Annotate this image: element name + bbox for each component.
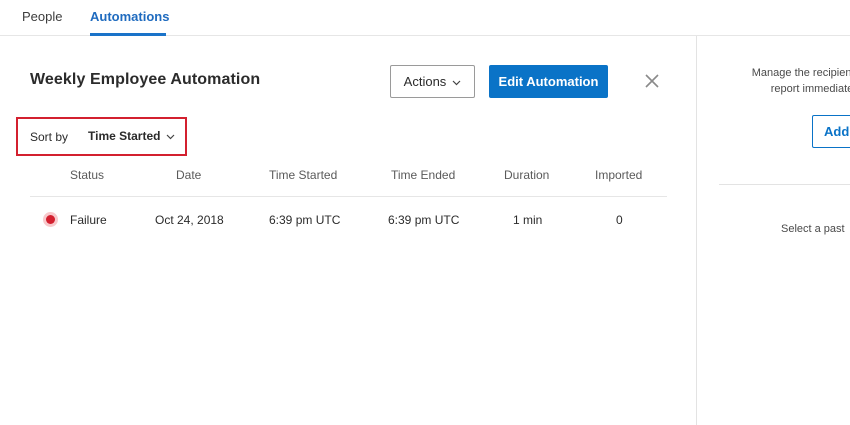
column-header-duration: Duration xyxy=(504,168,550,182)
side-panel-text-line2: report immediate xyxy=(770,83,850,95)
failure-status-icon xyxy=(46,215,55,224)
row-time-ended: 6:39 pm UTC xyxy=(388,213,460,227)
row-date: Oct 24, 2018 xyxy=(155,213,224,227)
top-navigation: People Automations xyxy=(0,0,850,36)
row-status: Failure xyxy=(70,213,107,227)
actions-label: Actions xyxy=(403,74,447,89)
close-icon[interactable] xyxy=(641,70,663,92)
table-header-divider xyxy=(30,196,667,197)
side-panel-divider xyxy=(719,184,850,185)
column-header-imported: Imported xyxy=(595,168,643,182)
actions-dropdown-button[interactable]: Actions xyxy=(390,65,475,98)
sort-value-label: Time Started xyxy=(88,129,161,143)
column-header-date: Date xyxy=(176,168,202,182)
column-header-time-ended: Time Ended xyxy=(391,168,456,182)
chevron-down-icon xyxy=(452,74,461,89)
add-recipient-button[interactable]: Add xyxy=(812,115,850,148)
column-header-status: Status xyxy=(70,168,105,182)
tab-people[interactable]: People xyxy=(22,9,62,25)
side-panel: Manage the recipients th report immediat… xyxy=(698,36,850,425)
side-panel-description: Manage the recipients th report immediat… xyxy=(722,65,850,97)
edit-automation-button[interactable]: Edit Automation xyxy=(489,65,608,98)
row-time-started: 6:39 pm UTC xyxy=(269,213,341,227)
sort-by-label: Sort by xyxy=(30,130,69,144)
side-panel-empty-message: Select a past xyxy=(781,223,845,235)
side-panel-text-line1: Manage the recipients th xyxy=(751,67,850,79)
tab-automations[interactable]: Automations xyxy=(90,9,169,25)
row-imported: 0 xyxy=(616,213,623,227)
page-title: Weekly Employee Automation xyxy=(30,71,261,88)
chevron-down-icon xyxy=(166,129,175,143)
automation-main-panel: Weekly Employee Automation Actions Edit … xyxy=(0,36,697,425)
sort-dropdown[interactable]: Time Started xyxy=(88,129,175,143)
column-header-time-started: Time Started xyxy=(269,168,338,182)
row-duration: 1 min xyxy=(513,213,543,227)
